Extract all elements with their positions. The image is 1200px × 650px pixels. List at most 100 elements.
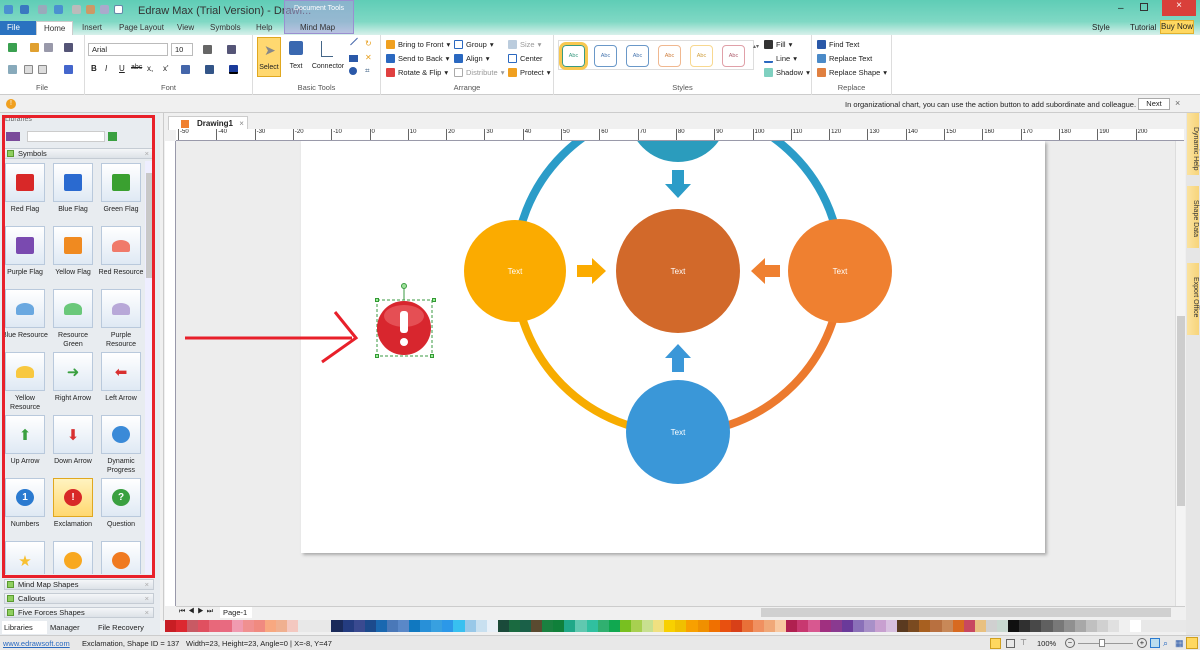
close-section-icon[interactable]: × — [145, 608, 149, 618]
replace-shape-button[interactable]: Replace Shape ▾ — [817, 68, 887, 77]
grid-icon[interactable]: ▦ — [1175, 638, 1184, 649]
italic-button[interactable]: I — [105, 64, 107, 73]
group-button[interactable]: Group ▾ — [454, 40, 494, 49]
format-painter-icon[interactable] — [64, 65, 73, 74]
color-swatch[interactable] — [1030, 620, 1042, 632]
tab-file-recovery[interactable]: File Recovery — [98, 623, 144, 632]
style-swatch-2[interactable]: Abc — [594, 45, 617, 67]
bottom-circle-text[interactable]: Text — [671, 428, 686, 437]
document-tab[interactable]: Drawing1 × — [168, 116, 248, 130]
color-swatch[interactable] — [464, 620, 476, 632]
strikethrough-button[interactable]: abc — [131, 64, 142, 71]
color-swatch[interactable] — [630, 620, 643, 632]
zoom-slider-thumb[interactable] — [1099, 639, 1105, 647]
color-swatch[interactable] — [997, 620, 1009, 632]
page-view-icon[interactable] — [1006, 639, 1015, 648]
color-swatch[interactable] — [675, 620, 687, 632]
font-color-icon[interactable] — [229, 65, 238, 74]
print-icon[interactable] — [64, 43, 73, 52]
color-swatch[interactable] — [586, 620, 598, 632]
color-swatch[interactable] — [1163, 620, 1175, 632]
color-swatch[interactable] — [353, 620, 365, 632]
superscript-button[interactable]: x' — [163, 64, 169, 73]
color-swatch[interactable] — [531, 620, 543, 632]
color-swatch[interactable] — [375, 620, 387, 632]
open-icon[interactable] — [86, 5, 95, 14]
color-swatch[interactable] — [908, 620, 920, 632]
font-family-select[interactable]: Arial — [88, 43, 168, 56]
color-swatch[interactable] — [486, 620, 498, 632]
library-section-five-forces[interactable]: Five Forces Shapes × — [4, 607, 154, 618]
size-button[interactable]: Size ▾ — [508, 40, 541, 49]
align-button[interactable]: Align ▾ — [454, 54, 489, 63]
color-swatch[interactable] — [187, 620, 199, 632]
color-swatch[interactable] — [752, 620, 765, 632]
color-swatch[interactable] — [764, 620, 776, 632]
color-swatch[interactable] — [220, 620, 232, 632]
drawing-page[interactable]: Text Text Text Text — [301, 141, 1045, 553]
zoom-in-button[interactable]: + — [1137, 638, 1147, 648]
color-swatch[interactable] — [1074, 620, 1086, 632]
color-swatch[interactable] — [264, 620, 276, 632]
highlight-icon[interactable] — [205, 65, 214, 74]
tab-symbols[interactable]: Symbols — [203, 21, 248, 35]
color-swatch[interactable] — [542, 620, 554, 632]
color-swatch[interactable] — [1052, 620, 1064, 632]
color-swatch[interactable] — [963, 620, 975, 632]
replace-text-button[interactable]: Replace Text — [817, 54, 872, 63]
resize-handle[interactable] — [375, 354, 379, 358]
dock-shape-data[interactable]: Shape Data — [1187, 186, 1199, 248]
color-swatch[interactable] — [819, 620, 831, 632]
color-swatch[interactable] — [686, 620, 698, 632]
color-swatch[interactable] — [930, 620, 942, 632]
distribute-button[interactable]: Distribute ▾ — [454, 68, 504, 77]
color-swatch[interactable] — [1174, 620, 1186, 632]
close-tab-icon[interactable]: × — [239, 119, 244, 128]
zoom-out-button[interactable]: − — [1065, 638, 1075, 648]
color-swatch[interactable] — [974, 620, 986, 632]
page-tab-1[interactable]: Page-1 — [220, 607, 252, 618]
style-swatch-4[interactable]: Abc — [658, 45, 681, 67]
library-section-callouts[interactable]: Callouts × — [4, 593, 154, 604]
page-nav-buttons[interactable]: ⏮◀▶⏭ — [179, 608, 216, 616]
fill-button[interactable]: Fill ▾ — [764, 40, 792, 49]
undo-icon[interactable] — [20, 5, 29, 14]
ellipse-tool-icon[interactable] — [349, 67, 357, 75]
new-doc-icon[interactable] — [8, 43, 17, 52]
dock-dynamic-help[interactable]: Dynamic Help — [1187, 113, 1199, 175]
cut-icon[interactable] — [8, 65, 17, 74]
select-tool-button[interactable]: ➤ Select — [257, 37, 281, 77]
bring-to-front-button[interactable]: Bring to Front ▾ — [386, 40, 450, 49]
horizontal-scrollbar[interactable] — [761, 608, 1171, 617]
line-button[interactable]: Line ▾ — [764, 54, 797, 63]
color-swatch[interactable] — [1041, 620, 1053, 632]
color-swatch[interactable] — [708, 620, 720, 632]
redo-icon[interactable] — [38, 5, 47, 14]
color-swatch[interactable] — [209, 620, 221, 632]
color-swatch[interactable] — [941, 620, 953, 632]
color-swatch[interactable] — [275, 620, 288, 632]
color-swatch[interactable] — [1130, 620, 1142, 632]
color-swatch[interactable] — [553, 620, 565, 632]
color-swatch[interactable] — [863, 620, 875, 632]
color-swatch[interactable] — [730, 620, 742, 632]
bold-button[interactable]: B — [91, 64, 97, 73]
website-link[interactable]: www.edrawsoft.com — [3, 639, 70, 648]
normal-view-icon[interactable] — [990, 638, 1001, 649]
style-swatch-6[interactable]: Abc — [722, 45, 745, 67]
color-swatch[interactable] — [852, 620, 864, 632]
copy-icon[interactable] — [24, 65, 33, 74]
save-doc-icon[interactable] — [44, 43, 53, 52]
color-swatch[interactable] — [564, 620, 576, 632]
color-swatch[interactable] — [741, 620, 753, 632]
gallery-scroll-icon[interactable]: ▴▾ — [753, 43, 759, 50]
color-swatch[interactable] — [886, 620, 898, 632]
color-swatch[interactable] — [985, 620, 998, 632]
color-swatch[interactable] — [1096, 620, 1108, 632]
color-swatch[interactable] — [253, 620, 265, 632]
color-swatch[interactable] — [1152, 620, 1164, 632]
fullscreen-icon[interactable] — [1186, 637, 1198, 649]
color-swatch[interactable] — [653, 620, 665, 632]
color-swatch[interactable] — [1019, 620, 1031, 632]
style-swatch-3[interactable]: Abc — [626, 45, 649, 67]
